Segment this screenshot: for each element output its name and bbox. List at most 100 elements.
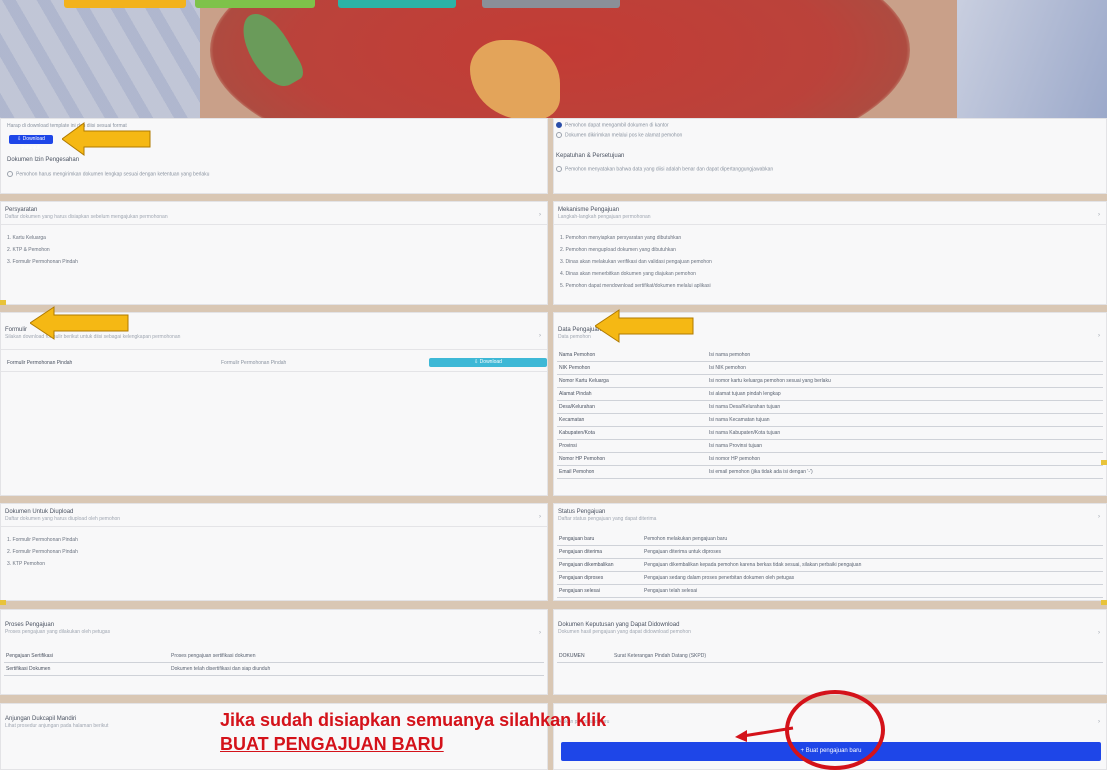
chevron-right-icon[interactable]: › xyxy=(1098,333,1100,339)
dokumen-izin-checkbox-row[interactable]: Pemohon harus mengirimkan dokumen lengka… xyxy=(7,171,209,177)
formulir-download-button[interactable]: ⇩ Download xyxy=(429,358,547,367)
row-value: Pengajuan sedang dalam proses penerbitan… xyxy=(642,571,1103,585)
checkbox-icon[interactable] xyxy=(556,166,562,172)
table-row: Email Pemohon Isi email pemohon (jika tid… xyxy=(557,465,1103,479)
panel-dokumen-keputusan: Dokumen Keputusan yang Dapat Didownload … xyxy=(553,609,1107,695)
row-key: Desa/Kelurahan xyxy=(557,400,707,414)
row-key: Provinsi xyxy=(557,439,707,453)
list-item: 2. Pemohon mengupload dokumen yang dibut… xyxy=(560,247,676,253)
row-key: Email Pemohon xyxy=(557,465,707,479)
kepatuhan-title: Kepatuhan & Persetujuan xyxy=(556,153,625,159)
list-item: 3. Formulir Permohonan Pindah xyxy=(7,259,78,265)
top-button-3[interactable] xyxy=(338,0,456,8)
panel-dokumen-upload: Dokumen Untuk Diupload Daftar dokumen ya… xyxy=(0,503,548,601)
banner-left-stripes xyxy=(0,0,200,118)
dokumen-keputusan-title: Dokumen Keputusan yang Dapat Didownload xyxy=(558,622,680,628)
top-button-2[interactable] xyxy=(195,0,315,8)
persyaratan-title: Persyaratan xyxy=(5,207,38,213)
radio-icon[interactable] xyxy=(556,132,562,138)
proses-pengajuan-title: Proses Pengajuan xyxy=(5,622,55,628)
radio-selected-icon[interactable] xyxy=(556,122,562,128)
radio-kirim-row[interactable]: Dokumen dikirimkan melalui pos ke alamat… xyxy=(556,132,682,138)
chevron-right-icon[interactable]: › xyxy=(1098,514,1100,520)
status-pengajuan-title: Status Pengajuan xyxy=(558,509,606,515)
chevron-right-icon[interactable]: › xyxy=(539,514,541,520)
table-row: Pengajuan diterima Pengajuan diterima unt… xyxy=(557,545,1103,559)
persyaratan-subtitle: Daftar dokumen yang harus disiapkan sebe… xyxy=(5,214,168,220)
row-value: Proses pengajuan sertifikasi dokumen xyxy=(169,650,544,663)
list-item: 2. Formulir Permohonan Pindah xyxy=(7,549,78,555)
row-value: Dokumen telah disertifikasi dan siap diu… xyxy=(169,662,544,676)
list-item: 3. KTP Pemohon xyxy=(7,561,45,567)
row-value: Pengajuan dikembalikan kepada pemohon ka… xyxy=(642,558,1103,572)
chevron-right-icon[interactable]: › xyxy=(1098,212,1100,218)
chevron-right-icon[interactable]: › xyxy=(539,630,541,636)
banner-right-shape xyxy=(957,0,1107,118)
chevron-right-icon[interactable]: › xyxy=(1098,719,1100,725)
checkbox-icon[interactable] xyxy=(7,171,13,177)
top-button-1[interactable] xyxy=(64,0,186,8)
list-item: 3. Dinas akan melakukan verifikasi dan v… xyxy=(560,259,712,265)
dokumen-upload-title: Dokumen Untuk Diupload xyxy=(5,509,74,515)
row-key: Pengajuan diterima xyxy=(557,545,642,559)
formulir-row-label: Formulir Permohonan Pindah xyxy=(7,360,73,366)
row-value: Isi NIK pemohon xyxy=(707,361,1103,375)
yellow-arrow-icon xyxy=(595,309,694,343)
table-row: Sertifikasi Dokumen Dokumen telah diserti… xyxy=(4,662,544,676)
top-button-4[interactable] xyxy=(482,0,620,8)
table-row: Alamat Pindah Isi alamat tujuan pindah le… xyxy=(557,387,1103,401)
download-petunjuk-label: Download petunjuk xyxy=(21,136,45,151)
proses-pengajuan-subtitle: Proses pengajuan yang dilakukan oleh pet… xyxy=(5,629,111,635)
row-value: Isi nama Kabupaten/Kota tujuan xyxy=(707,426,1103,440)
side-marker xyxy=(0,300,6,305)
list-item: 1. Pemohon menyiapkan persyaratan yang d… xyxy=(560,235,682,241)
table-row: Kecamatan Isi nama Kecamatan tujuan xyxy=(557,413,1103,427)
side-marker xyxy=(1101,460,1107,465)
table-row: Pengajuan baru Pemohon melakukan pengajua… xyxy=(557,533,1103,546)
list-item: 1. Kartu Keluarga xyxy=(7,235,46,241)
row-key: Nama Pemohon xyxy=(557,349,707,362)
row-key: NIK Pemohon xyxy=(557,361,707,375)
formulir-row-value: Formulir Permohonan Pindah xyxy=(221,360,287,366)
row-key: Nomor Kartu Keluarga xyxy=(557,374,707,388)
row-key: Pengajuan Sertifikasi xyxy=(4,650,169,663)
radio-kirim-label: Dokumen dikirimkan melalui pos ke alamat… xyxy=(565,132,683,139)
table-row: Nomor HP Pemohon Isi nomor HP pemohon xyxy=(557,452,1103,466)
download-petunjuk-button[interactable]: ⇩ Download petunjuk xyxy=(9,135,53,151)
data-pengajuan-table: Nama Pemohon Isi nama pemohon NIK Pemohon… xyxy=(557,349,1103,479)
dokumen-keputusan-subtitle: Dokumen hasil pengajuan yang dapat didow… xyxy=(558,629,691,635)
header-banner xyxy=(0,0,1107,118)
row-key: Kabupaten/Kota xyxy=(557,426,707,440)
chevron-right-icon[interactable]: › xyxy=(539,333,541,339)
status-pengajuan-subtitle: Daftar status pengajuan yang dapat diter… xyxy=(558,516,657,522)
kepatuhan-checkbox-row[interactable]: Pemohon menyatakan bahwa data yang diisi… xyxy=(556,166,773,172)
row-key: Pengajuan selesai xyxy=(557,584,642,598)
annotation-line-1: Jika sudah disiapkan semuanya silahkan k… xyxy=(220,710,607,730)
list-item: 1. Formulir Permohonan Pindah xyxy=(7,537,78,543)
table-row: DOKUMEN Surat Keterangan Pindah Datang (S… xyxy=(557,650,1103,663)
row-value: Surat Keterangan Pindah Datang (SKPD) xyxy=(612,650,1103,663)
dokumen-izin-checkbox-label: Pemohon harus mengirimkan dokumen lengka… xyxy=(16,171,210,178)
row-value: Isi nama Provinsi tujuan xyxy=(707,439,1103,453)
row-key: Kecamatan xyxy=(557,413,707,427)
row-key: Pengajuan dikembalikan xyxy=(557,558,642,572)
radio-ambil-row[interactable]: Pemohon dapat mengambil dokumen di kanto… xyxy=(556,122,669,128)
row-key: DOKUMEN xyxy=(557,650,612,663)
annotation-text: Jika sudah disiapkan semuanya silahkan k… xyxy=(220,708,606,756)
chevron-right-icon[interactable]: › xyxy=(1098,630,1100,636)
proses-pengajuan-table: Pengajuan Sertifikasi Proses pengajuan se… xyxy=(4,650,544,676)
panel-status-pengajuan: Status Pengajuan Daftar status pengajuan… xyxy=(553,503,1107,601)
row-key: Alamat Pindah xyxy=(557,387,707,401)
list-item: 4. Dinas akan menerbitkan dokumen yang d… xyxy=(560,271,696,277)
table-row: Pengajuan selesai Pengajuan telah selesai xyxy=(557,584,1103,598)
row-value: Isi email pemohon (jika tidak ada isi de… xyxy=(707,465,1103,479)
panel-proses-pengajuan: Proses Pengajuan Proses pengajuan yang d… xyxy=(0,609,548,695)
yellow-arrow-icon xyxy=(62,122,151,156)
row-value: Isi nama pemohon xyxy=(707,349,1103,362)
side-marker xyxy=(0,600,6,605)
table-row: NIK Pemohon Isi NIK pemohon xyxy=(557,361,1103,375)
table-row: Pengajuan diproses Pengajuan sedang dalam… xyxy=(557,571,1103,585)
chevron-right-icon[interactable]: › xyxy=(539,212,541,218)
row-value: Pengajuan telah selesai xyxy=(642,584,1103,598)
row-key: Nomor HP Pemohon xyxy=(557,452,707,466)
